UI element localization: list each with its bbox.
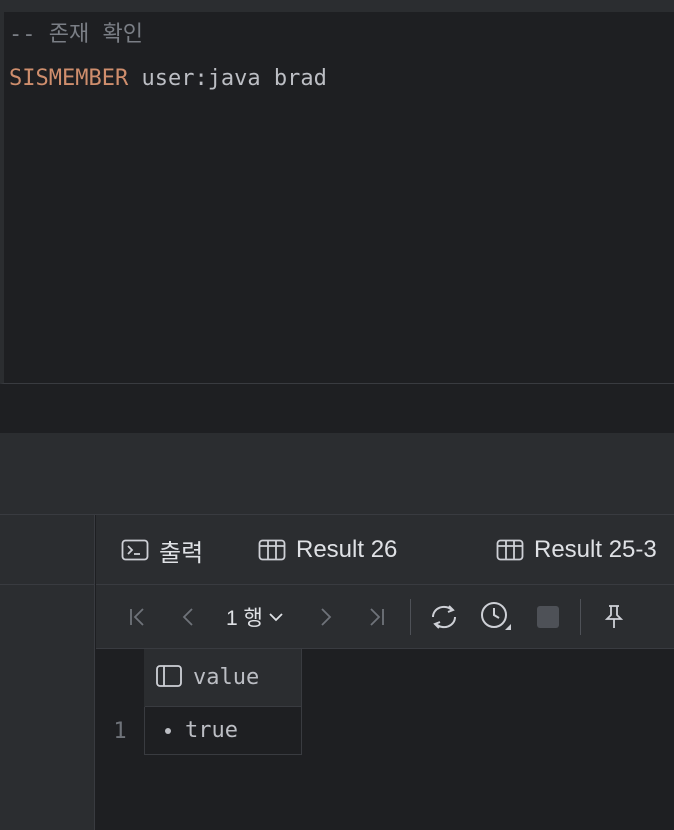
first-page-icon[interactable] [124, 585, 152, 649]
tab-result-26[interactable]: Result 26 [258, 515, 397, 585]
divider [0, 584, 95, 585]
table-icon [258, 538, 286, 562]
pin-icon[interactable] [600, 585, 628, 649]
next-page-icon[interactable] [312, 585, 340, 649]
table-icon [496, 538, 524, 562]
result-toolbar: 1 행 [96, 585, 674, 649]
table-cell[interactable]: true [145, 707, 302, 755]
code-keyword: SISMEMBER [9, 66, 129, 91]
tab-result-25-3[interactable]: Result 25-3 [496, 515, 657, 585]
table-row[interactable]: 1 true [96, 707, 674, 755]
sql-editor[interactable]: -- 존재 확인 SISMEMBER user:java brad [0, 12, 674, 384]
chevron-down-icon [267, 608, 285, 626]
refresh-icon[interactable] [426, 585, 462, 649]
services-tree-panel [0, 515, 95, 830]
stop-icon[interactable] [534, 585, 562, 649]
column-header-value[interactable]: value [145, 649, 302, 707]
prev-page-icon[interactable] [174, 585, 202, 649]
code-comment: -- 존재 확인 [9, 22, 143, 47]
last-page-icon[interactable] [362, 585, 390, 649]
grid-corner [96, 649, 145, 707]
cell-value: true [185, 718, 238, 743]
tab-result-25-3-label: Result 25-3 [534, 536, 657, 563]
tab-result-26-label: Result 26 [296, 536, 398, 563]
toolbar-separator [410, 599, 411, 635]
grid-header: value [96, 649, 674, 707]
page-label: 1 행 [226, 607, 263, 630]
page-selector[interactable]: 1 행 [226, 585, 285, 649]
tab-output-label: 출력 [159, 539, 204, 567]
result-tabs: 출력 Result 26 Result 25-3 [96, 515, 674, 585]
services-header [0, 433, 674, 515]
code-statement: SISMEMBER user:java brad [9, 65, 327, 93]
editor-gap [0, 385, 674, 433]
console-icon [121, 538, 149, 562]
result-grid: value 1 true [96, 649, 674, 830]
row-number: 1 [96, 707, 145, 755]
toolbar-separator [580, 599, 581, 635]
code-args: user:java brad [128, 66, 327, 91]
column-name: value [193, 665, 260, 690]
tab-output[interactable]: 출력 [121, 515, 203, 585]
history-icon[interactable] [478, 585, 514, 649]
bullet-icon [165, 727, 171, 734]
column-icon [155, 664, 183, 692]
editor-top-bar [0, 0, 674, 12]
